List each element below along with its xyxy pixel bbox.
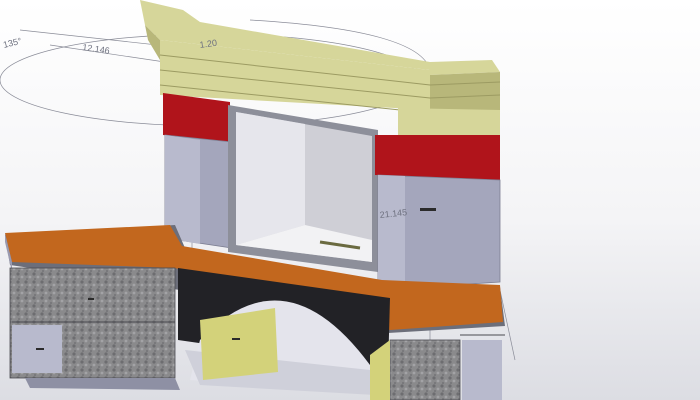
cad-viewport[interactable]: 135° 12.146 1.20 21.145: [0, 0, 700, 400]
right-pillar-marker: [420, 208, 436, 211]
lower-right-cabinet[interactable]: [370, 334, 505, 400]
left-drawer-handle[interactable]: [88, 298, 94, 300]
right-cabinet-door[interactable]: [462, 340, 502, 400]
lower-left-cabinet[interactable]: [9, 267, 180, 390]
right-red-block[interactable]: [375, 135, 500, 180]
left-red-block[interactable]: [163, 93, 230, 142]
radius-dimension[interactable]: 12.146: [82, 42, 111, 56]
center-yellow-panel[interactable]: [200, 308, 278, 380]
fireplace-model[interactable]: 135° 12.146 1.20 21.145: [0, 0, 700, 400]
angle-dimension[interactable]: 135°: [2, 36, 23, 50]
left-cabinet-handle[interactable]: [36, 348, 44, 350]
firebox[interactable]: [228, 105, 378, 272]
